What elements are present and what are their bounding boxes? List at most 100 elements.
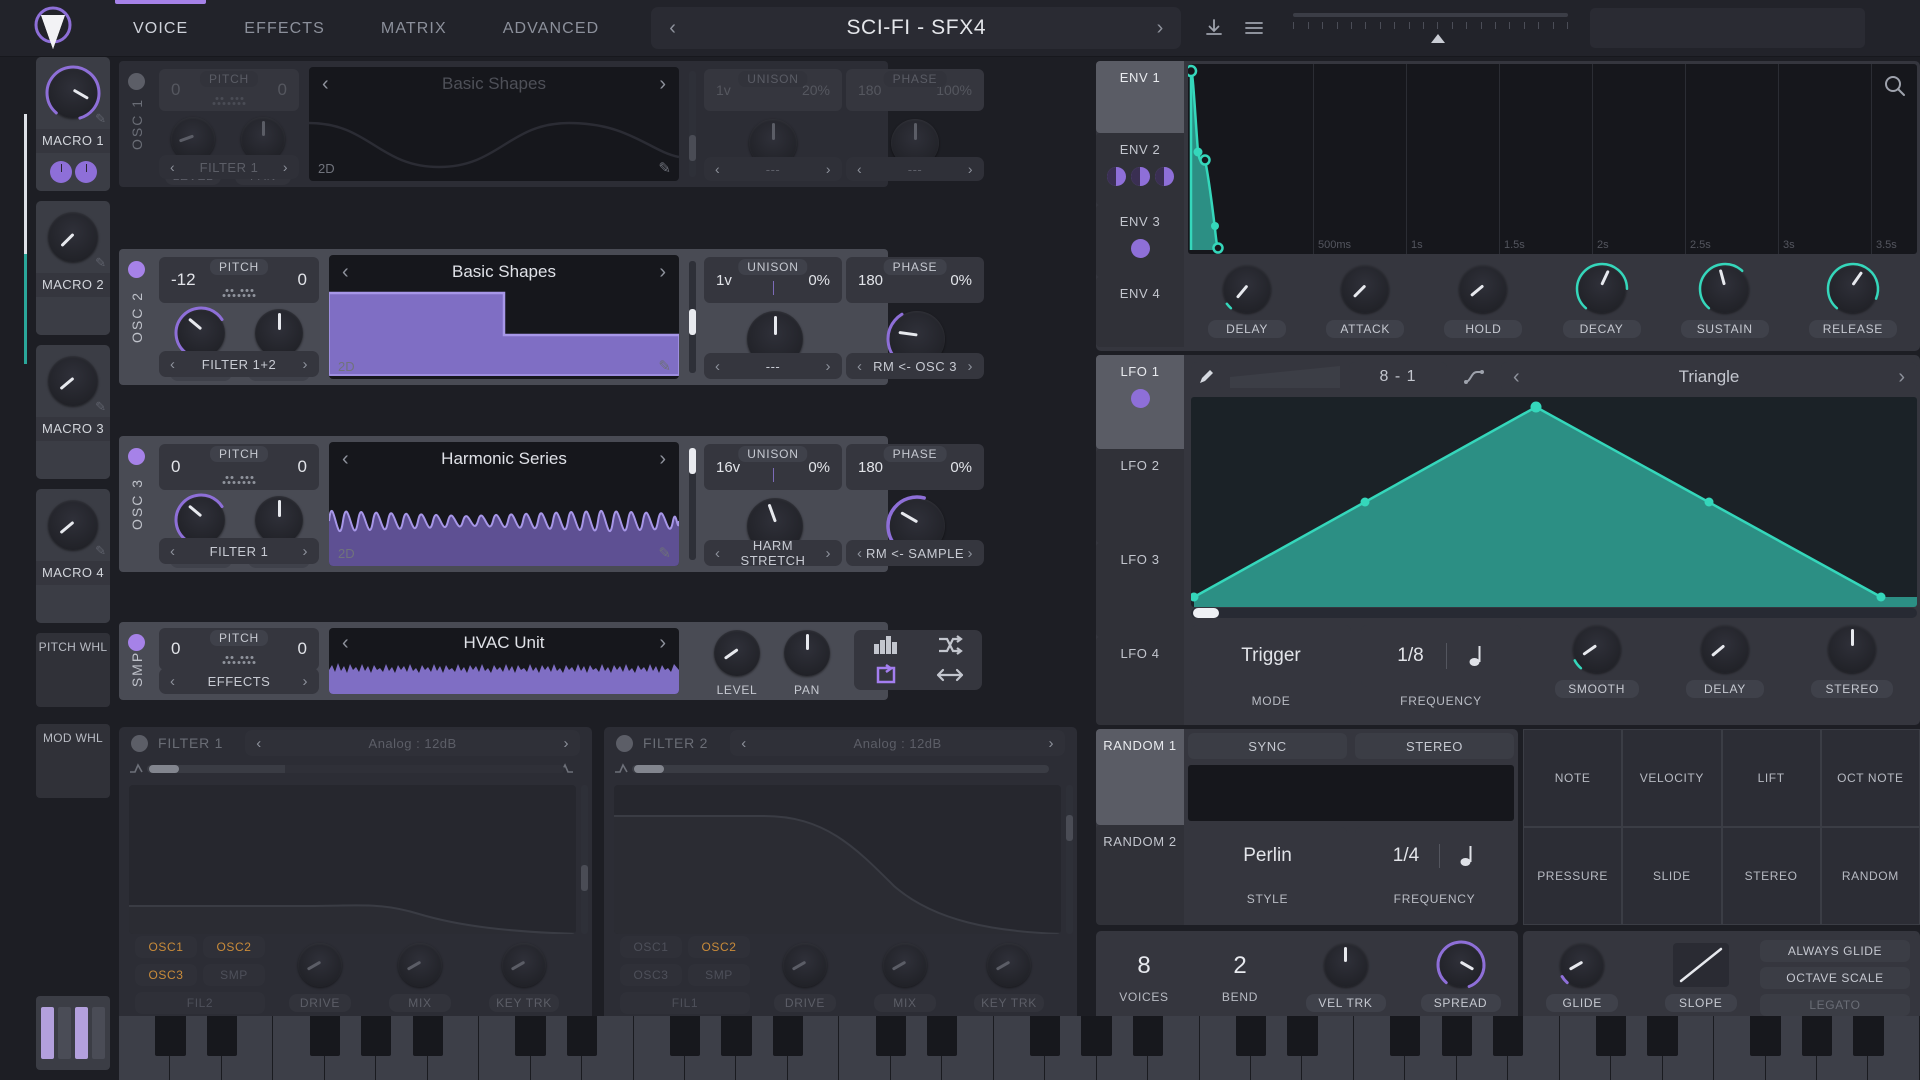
piano-white-key[interactable] (633, 1016, 701, 1080)
mod-dot-icon[interactable] (1130, 239, 1150, 258)
routing-next-icon[interactable]: › (303, 356, 309, 373)
piano-white-key[interactable] (273, 1016, 340, 1080)
modl-next-icon[interactable]: › (826, 161, 831, 177)
lfo-shape-selector[interactable]: ‹ Triangle › (1501, 362, 1917, 392)
legato-button[interactable]: LEGATO (1760, 993, 1910, 1016)
macro-4-edit-icon[interactable]: ✎ (95, 543, 106, 559)
slope-control[interactable]: SLOPE (1664, 943, 1737, 1012)
lfo-shape-next-icon[interactable]: › (1898, 366, 1905, 389)
filter-1-cutoff-slider[interactable] (147, 765, 564, 773)
mod-dot[interactable] (49, 161, 72, 183)
mod-strip-key[interactable] (92, 1007, 105, 1059)
tab-lfo-1[interactable]: LFO 1 (1096, 355, 1184, 449)
keyboard-mod-strip[interactable] (36, 996, 110, 1070)
download-icon[interactable] (1203, 17, 1225, 39)
wt-next-icon[interactable]: › (659, 448, 666, 471)
mod-pie-icon[interactable] (1130, 167, 1150, 186)
lfo-stereo-knob[interactable]: STEREO (1811, 625, 1894, 698)
osc-1-enable-toggle[interactable] (128, 73, 145, 90)
macro-1[interactable]: ✎ MACRO 1 (36, 57, 110, 191)
filter-2-response-graph[interactable] (614, 785, 1061, 934)
menu-icon[interactable] (1243, 17, 1265, 39)
lfo-frequency-control[interactable]: 1/8 FREQUENCY (1361, 625, 1521, 708)
wt-next-icon[interactable]: › (659, 261, 666, 284)
tab-env-1[interactable]: ENV 1 (1096, 61, 1184, 133)
macro-4-knob[interactable]: ✎ (36, 489, 110, 561)
piano-black-key[interactable] (155, 1016, 186, 1056)
preset-prev-icon[interactable]: ‹ (669, 17, 676, 40)
random-graph[interactable] (1188, 765, 1514, 821)
tab-lfo-2[interactable]: LFO 2 (1096, 449, 1184, 543)
piano-keyboard[interactable] (119, 1016, 1920, 1080)
mod-dot-icon[interactable] (1130, 389, 1150, 408)
filter-1-drive-knob[interactable]: DRIVE (289, 943, 351, 1012)
preset-selector[interactable]: ‹ SCI-FI - SFX4 › (651, 7, 1182, 49)
piano-black-key[interactable] (1853, 1016, 1884, 1056)
piano-black-key[interactable] (1801, 1016, 1833, 1056)
smp-sample-header[interactable]: ‹ HVAC Unit › (329, 628, 679, 658)
osc-2-mod-left[interactable]: ‹ --- › (704, 353, 842, 379)
voices-control[interactable]: 8 VOICES (1096, 952, 1192, 1004)
filter-1-src-fil2[interactable]: FIL2 (135, 992, 265, 1014)
osc-1-routing[interactable]: ‹ FILTER 1 › (159, 155, 299, 179)
tab-lfo-4[interactable]: LFO 4 (1096, 637, 1184, 725)
piano-black-key[interactable] (1596, 1016, 1627, 1056)
osc-1-unison[interactable]: UNISON 1v 20% (704, 69, 842, 111)
filter-2-keytrk-knob[interactable]: KEY TRK (974, 943, 1044, 1012)
ruler-marker[interactable] (1430, 34, 1445, 43)
piano-white-key[interactable] (1559, 1016, 1627, 1080)
macro-3-knob[interactable]: ✎ (36, 345, 110, 417)
osc-3-mod-right[interactable]: ‹ RM <- SAMPLE › (846, 540, 984, 566)
wt-prev-icon[interactable]: ‹ (342, 261, 349, 284)
osc-3-view-mode[interactable]: 2D (338, 546, 355, 561)
piano-white-key[interactable] (1714, 1016, 1781, 1080)
osc-2-view-mode[interactable]: 2D (338, 359, 355, 374)
osc-1-edit-icon[interactable]: ✎ (658, 159, 671, 177)
wt-prev-icon[interactable]: ‹ (322, 73, 329, 96)
piano-black-key[interactable] (1081, 1016, 1112, 1056)
osc-3-wt-position-fader[interactable] (689, 448, 696, 560)
filter-2-cutoff-slider[interactable] (632, 765, 1049, 773)
mod-source-note[interactable]: NOTE (1523, 729, 1623, 827)
random-stereo-button[interactable]: STEREO (1355, 733, 1514, 759)
mod-strip-key[interactable] (41, 1007, 54, 1059)
piano-black-key[interactable] (206, 1016, 238, 1056)
piano-black-key[interactable] (669, 1016, 701, 1056)
filter-1-model[interactable]: ‹ Analog : 12dB › (245, 730, 580, 756)
lfo-phase-slider[interactable] (1191, 608, 1917, 618)
env-attack-knob[interactable]: ATTACK (1326, 264, 1405, 338)
smp-sample-view[interactable]: ‹ HVAC Unit › (329, 628, 679, 694)
filter-lowpass-icon[interactable] (614, 763, 628, 775)
filter-1-resonance-fader[interactable] (581, 785, 588, 934)
piano-black-key[interactable] (721, 1016, 752, 1056)
osc-1-mod-left[interactable]: ‹ --- › (704, 157, 842, 181)
osc-3-edit-icon[interactable]: ✎ (658, 544, 671, 562)
tab-random-1[interactable]: RANDOM 1 (1096, 729, 1184, 825)
osc-3-mod-left[interactable]: ‹ HARM STRETCH › (704, 538, 842, 568)
lfo-shape-prev-icon[interactable]: ‹ (1513, 366, 1520, 389)
preset-next-icon[interactable]: › (1157, 17, 1164, 40)
filter-2-model[interactable]: ‹ Analog : 12dB › (730, 730, 1065, 756)
tab-matrix[interactable]: MATRIX (353, 0, 475, 57)
random-sync-button[interactable]: SYNC (1188, 733, 1347, 759)
piano-white-key[interactable] (1353, 1016, 1421, 1080)
macro-3[interactable]: ✎ MACRO 3 (36, 345, 110, 479)
piano-black-key[interactable] (309, 1016, 340, 1056)
mod-dot[interactable] (74, 161, 97, 183)
filter-1-src-smp[interactable]: SMP (203, 964, 265, 986)
lfo-curve-button[interactable] (1456, 362, 1492, 392)
model-next-icon[interactable]: › (1049, 735, 1055, 752)
env-sustain-knob[interactable]: SUSTAIN (1680, 262, 1769, 338)
osc-2-edit-icon[interactable]: ✎ (658, 357, 671, 375)
piano-black-key[interactable] (1647, 1016, 1678, 1056)
osc-1-wavetable-header[interactable]: ‹ Basic Shapes › (309, 67, 679, 101)
mod-strip-key[interactable] (58, 1007, 71, 1059)
osc-1-view-mode[interactable]: 2D (318, 161, 335, 176)
tab-env-3[interactable]: ENV 3 (1096, 205, 1184, 277)
macro-2-knob[interactable]: ✎ (36, 201, 110, 273)
octave-scale-button[interactable]: OCTAVE SCALE (1760, 966, 1910, 989)
env-delay-knob[interactable]: DELAY (1208, 262, 1287, 338)
filter-2-src-osc1[interactable]: OSC1 (620, 936, 682, 958)
piano-white-key[interactable] (993, 1016, 1061, 1080)
macro-2-edit-icon[interactable]: ✎ (95, 255, 106, 271)
